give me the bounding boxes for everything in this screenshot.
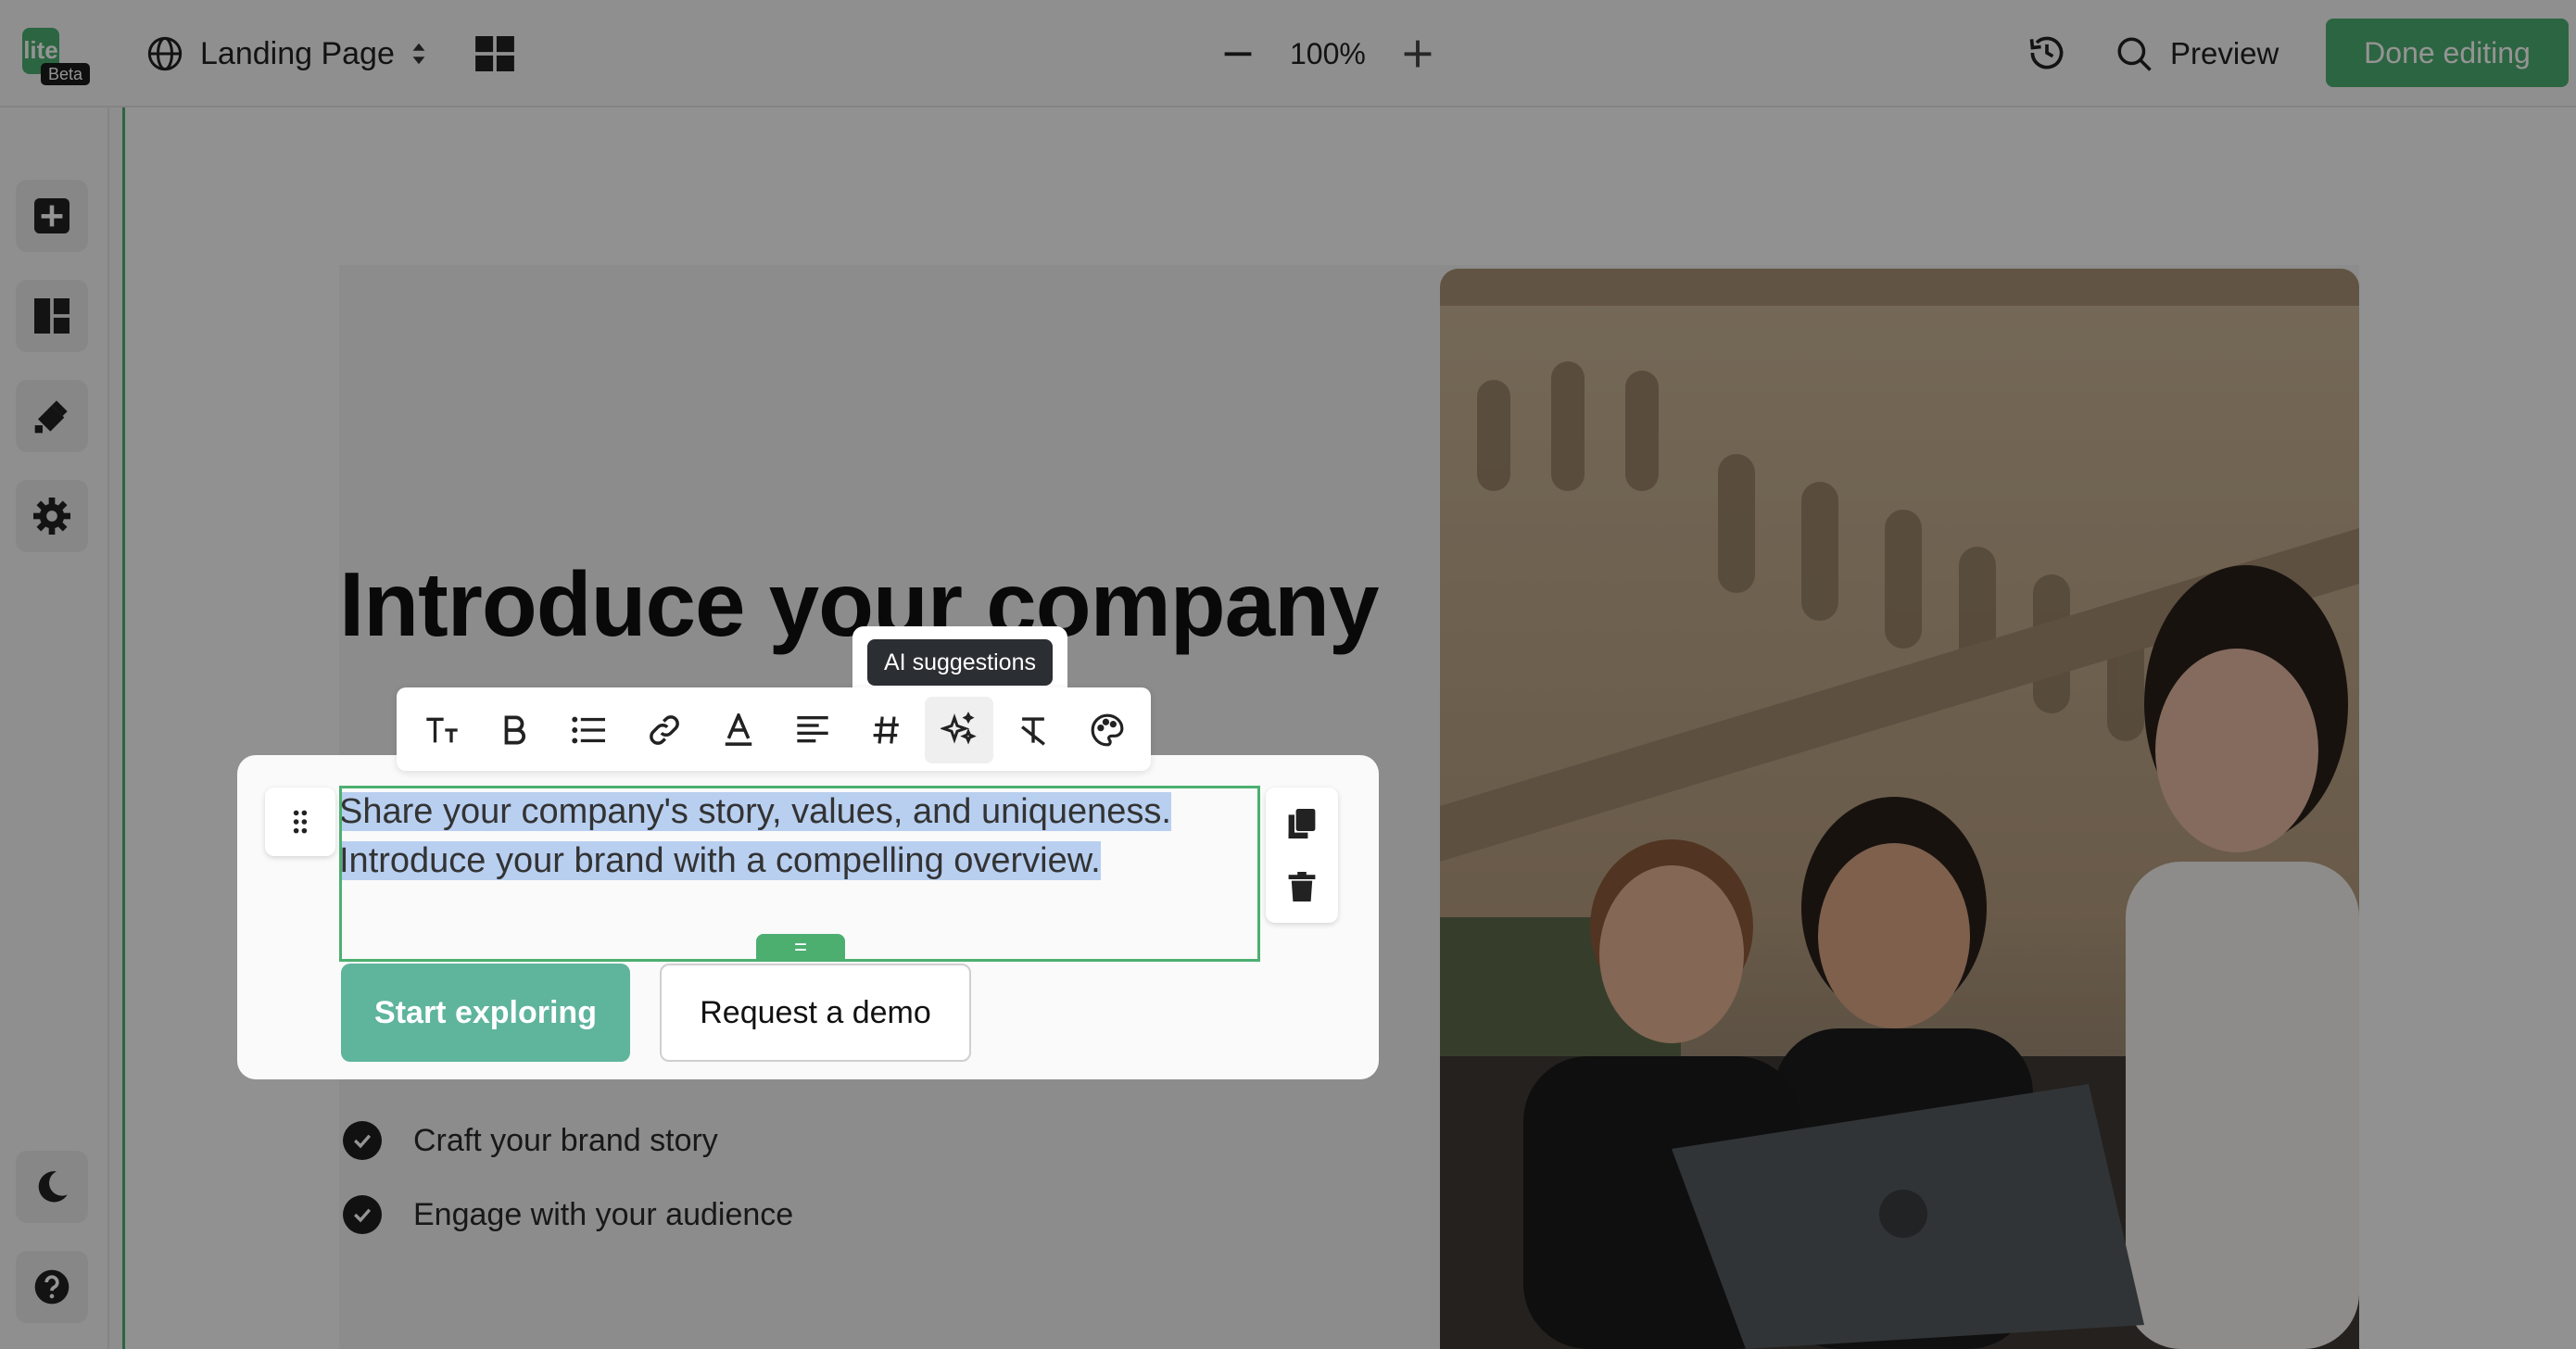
text-color-icon [725, 713, 752, 746]
add-block-button[interactable] [16, 180, 88, 252]
help-button[interactable] [16, 1251, 88, 1323]
search-icon [2117, 37, 2152, 71]
bold-icon [504, 715, 526, 745]
settings-button[interactable] [16, 480, 88, 552]
heading-tag-button[interactable] [852, 697, 921, 763]
checklist-label: Engage with your audience [413, 1196, 794, 1232]
checklist-item: Craft your brand story [343, 1121, 718, 1160]
layout-grid-button[interactable] [474, 33, 515, 74]
preview-label: Preview [2170, 36, 2279, 70]
request-demo-button[interactable]: Request a demo [660, 964, 971, 1062]
align-left-icon [797, 716, 828, 743]
block-actions [1266, 788, 1338, 923]
done-editing-button[interactable]: Done editing [2326, 19, 2569, 87]
checklist-label: Craft your brand story [413, 1122, 718, 1158]
page-selector-label: Landing Page [200, 35, 395, 71]
team-photo-illustration [1440, 269, 2359, 1349]
zoom-in-icon[interactable] [1403, 39, 1433, 69]
globe-icon [147, 36, 183, 71]
top-bar: lite Beta Landing Page 100% Preview Done… [0, 0, 2576, 107]
history-icon [2029, 36, 2064, 69]
text-size-icon [426, 717, 458, 743]
copy-icon [1288, 809, 1316, 838]
link-icon [650, 715, 679, 745]
theme-button[interactable] [16, 380, 88, 452]
bold-button[interactable] [480, 697, 549, 763]
clear-format-icon [1021, 717, 1045, 746]
beta-badge: Beta [41, 63, 91, 85]
ai-suggestions-button[interactable] [925, 697, 993, 763]
grid-icon [475, 36, 514, 71]
list-button[interactable] [554, 697, 623, 763]
layout-icon [34, 298, 69, 334]
check-circle-icon [343, 1121, 382, 1160]
align-button[interactable] [778, 697, 847, 763]
delete-button[interactable] [1279, 864, 1325, 910]
left-sidebar [0, 107, 109, 1349]
help-icon [34, 1269, 69, 1305]
sparkles-icon [941, 712, 977, 745]
text-color-button[interactable] [704, 697, 773, 763]
trash-icon [1288, 872, 1316, 901]
history-button[interactable] [2024, 30, 2070, 76]
drag-dots-icon [293, 810, 308, 834]
checklist-item: Engage with your audience [343, 1195, 793, 1234]
paint-icon [34, 400, 68, 434]
app-logo[interactable]: lite Beta [22, 28, 91, 85]
hero-image[interactable] [1440, 269, 2359, 1349]
clear-format-button[interactable] [999, 697, 1067, 763]
moon-icon [38, 1171, 68, 1203]
list-icon [572, 716, 605, 744]
preview-button[interactable]: Preview [2115, 28, 2279, 80]
start-exploring-button[interactable]: Start exploring [341, 964, 630, 1062]
duplicate-button[interactable] [1279, 801, 1325, 847]
palette-icon [1091, 713, 1124, 747]
check-circle-icon [343, 1195, 382, 1234]
dark-mode-button[interactable] [16, 1151, 88, 1223]
gear-icon [33, 498, 70, 535]
page-selector[interactable]: Landing Page [146, 28, 426, 80]
zoom-level: 100% [1290, 36, 1366, 70]
zoom-out-icon[interactable] [1223, 39, 1253, 69]
drag-handle[interactable] [265, 788, 335, 856]
zoom-control: 100% [1223, 28, 1433, 80]
layout-button[interactable] [16, 280, 88, 352]
hash-icon [873, 716, 899, 744]
link-button[interactable] [630, 697, 699, 763]
plus-square-icon [34, 198, 69, 233]
styles-button[interactable] [1073, 697, 1142, 763]
ai-suggestions-tooltip: AI suggestions [867, 639, 1053, 686]
sort-arrows-icon [412, 43, 425, 65]
resize-handle[interactable]: = [756, 934, 845, 962]
text-size-button[interactable] [408, 697, 476, 763]
